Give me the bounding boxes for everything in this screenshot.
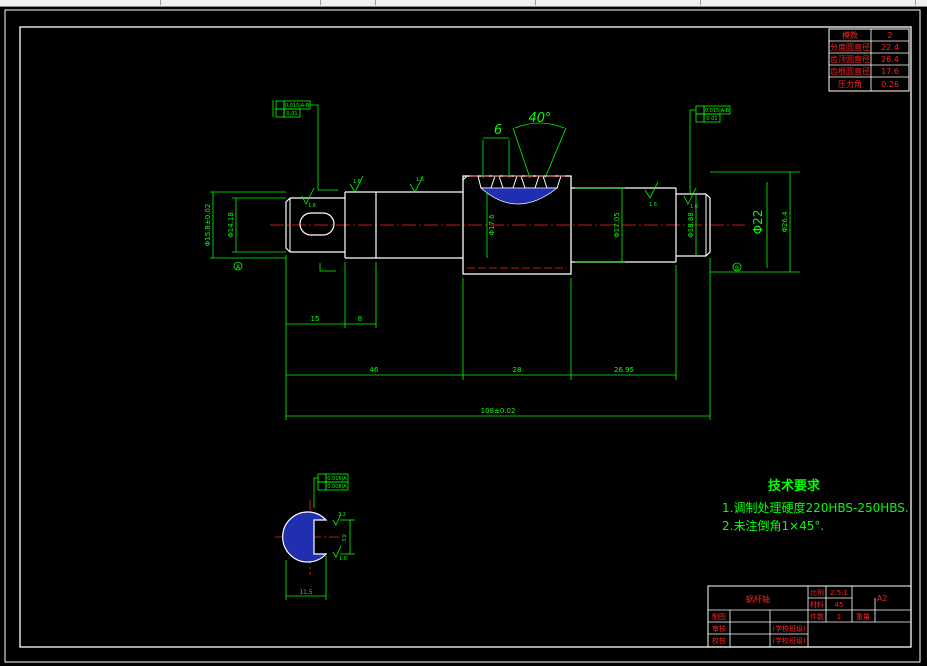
param-value: 26.4 (881, 55, 899, 64)
roughness-2: 1.6 (353, 179, 361, 185)
roughness-5: 1.6 (690, 204, 698, 210)
drawing-canvas[interactable]: 模数 2 分度圆直径 22.4 齿顶圆直径 26.4 齿根圆直径 17.6 压力… (0, 0, 927, 666)
title-qty-label: 件数 (810, 612, 824, 621)
outer-border (4, 9, 921, 663)
extension-lines (210, 171, 800, 420)
tech-req-title: 技术要求 (768, 478, 821, 494)
param-value: 17.6 (881, 67, 899, 76)
title-sheet-size: A2 (877, 594, 888, 603)
roughness-1: 1.6 (308, 203, 316, 209)
worm-tooth-section-hatch (479, 187, 559, 205)
dim-section-depth: 3.2 (342, 534, 348, 542)
dim-28: 28 (513, 366, 522, 374)
tol-right-bottom: 0.01 (706, 116, 717, 122)
title-part-name: 蜗杆轴 (746, 594, 770, 604)
param-label: 齿顶圆直径 (830, 54, 870, 64)
inner-border (19, 26, 912, 648)
dim-dia-worm-root: Φ17.6 (488, 214, 496, 236)
title-weight-label: 重量 (856, 613, 870, 621)
dim-8: 8 (358, 315, 362, 323)
tolerance-frame-right: 0.015|A-B 0.01 (689, 105, 731, 195)
title-drawer-label: 制图 (712, 612, 726, 621)
shaft-main-view (270, 175, 745, 275)
roughness-4: 1.6 (649, 202, 657, 208)
tol-section-bottom: 0.008|A (327, 484, 347, 490)
dim-dia-left-inner: Φ14.18 (227, 212, 235, 238)
tech-req-line1: 1.调制处理硬度220HBS-250HBS. (722, 500, 909, 515)
dim-46: 46 (370, 366, 379, 374)
dim-26-95: 26.95 (614, 366, 634, 374)
title-scale-label: 比例 (810, 588, 824, 597)
dim-total-length: 108±0.02 (481, 407, 516, 415)
tol-right-top: 0.015|A-B (705, 108, 730, 114)
title-material-value: 45 (835, 601, 844, 609)
datum-right: B (735, 265, 739, 272)
roughness-section: 3.2 (338, 512, 346, 518)
tech-req-line2: 2.未注倒角1×45°. (722, 518, 824, 533)
param-value: 0.26 (881, 80, 899, 89)
dim-dia-right-step: Φ17.05 (613, 212, 621, 238)
title-reviewer-label: 校核 (712, 636, 726, 645)
title-block: 蜗杆轴 比例 2.5:1 材料 45 A2 件数 1 重量 制图 审核 校核 (… (707, 585, 912, 648)
title-scale-value: 2.5:1 (830, 589, 848, 597)
title-org-1: (学校班级) (772, 624, 806, 633)
keyway-section-view: 11.5 3.2 3.2 1.6 0.016|A 0.008|A (275, 473, 355, 600)
dim-dia-26-4: Φ26.4 (781, 211, 789, 233)
dim-dia-right-end: Φ18.88 (687, 212, 695, 238)
roughness-6: 1.6 (339, 556, 347, 562)
param-value: 22.4 (881, 43, 899, 52)
dim-dia-left-outer: Φ15.8±0.02 (204, 204, 212, 247)
datum-left: A (236, 264, 241, 271)
gear-parameter-table: 模数 2 分度圆直径 22.4 齿顶圆直径 26.4 齿根圆直径 17.6 压力… (828, 28, 910, 92)
worm-tooth-dimensions: 6 40° (482, 111, 567, 179)
tolerance-frame-left: 0.015|A-B 0.01 (272, 100, 338, 191)
tol-section-top: 0.016|A (327, 476, 347, 482)
tol-left-bottom: 0.01 (286, 111, 297, 117)
dim-dia-22: Φ22 (751, 210, 765, 235)
dim-15: 15 (311, 315, 320, 323)
keyway-slot (299, 212, 335, 236)
roughness-3: 1.6 (416, 177, 424, 183)
title-checker-label: 审核 (712, 624, 726, 633)
param-label: 分度圆直径 (830, 42, 870, 52)
dim-tooth-angle: 40° (528, 111, 551, 126)
param-label: 模数 (842, 30, 858, 40)
title-qty-value: 1 (837, 613, 841, 621)
dim-tooth-width: 6 (494, 123, 502, 138)
datum-markers: A B (233, 261, 742, 272)
param-label: 压力角 (838, 79, 862, 89)
dim-section-width: 11.5 (299, 589, 313, 596)
tol-left-top: 0.015|A-B (285, 103, 310, 109)
length-dimensions: 15 8 46 28 26.95 108±0.02 (286, 315, 710, 417)
technical-requirements: 技术要求 1.调制处理硬度220HBS-250HBS. 2.未注倒角1×45°. (722, 478, 909, 533)
title-org-2: (学校班级) (772, 636, 806, 645)
param-value: 2 (887, 31, 892, 40)
title-material-label: 材料 (810, 600, 824, 609)
param-label: 齿根圆直径 (830, 66, 870, 76)
diameter-dimensions: Φ15.8±0.02 Φ14.18 Φ17.6 Φ17.05 Φ18.88 Φ2… (204, 172, 791, 272)
